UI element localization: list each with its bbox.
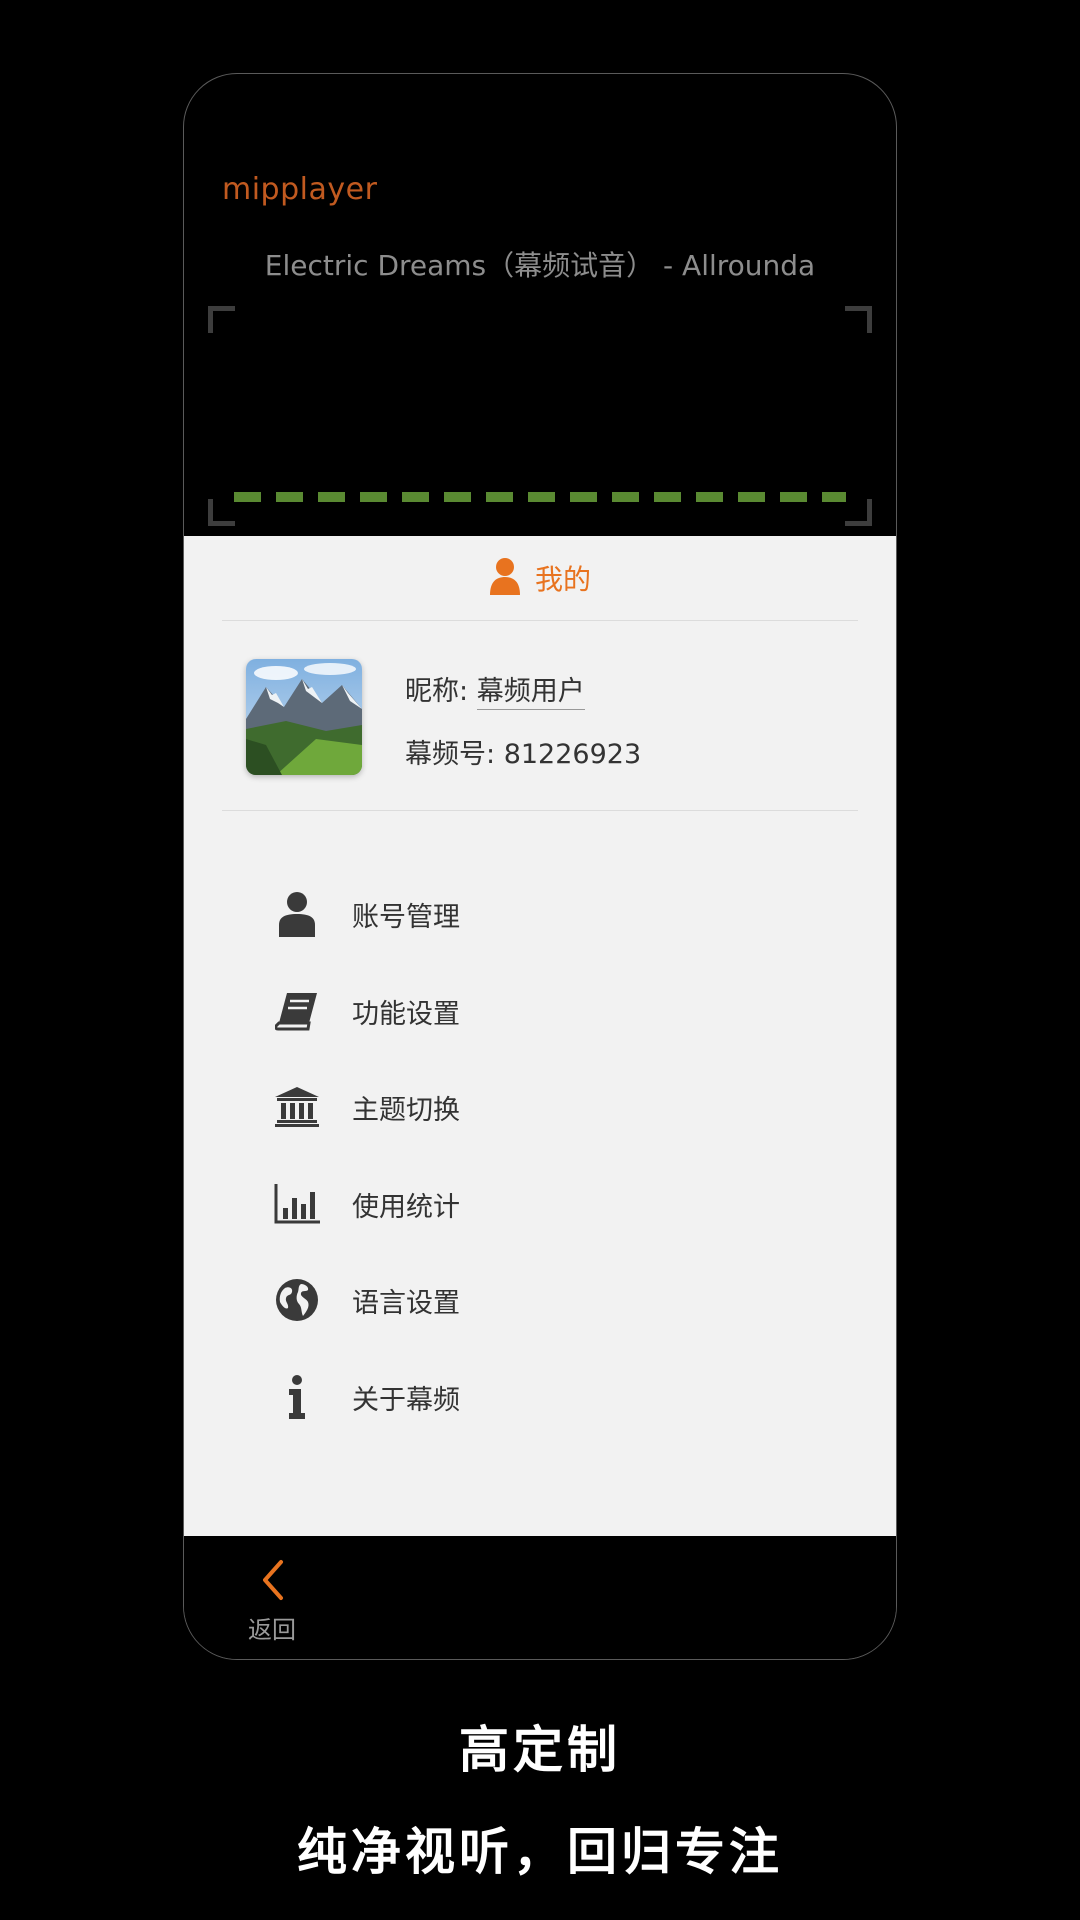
- bank-icon: [274, 1084, 320, 1130]
- menu-label: 功能设置: [352, 998, 460, 1030]
- divider: [222, 620, 858, 621]
- back-button[interactable]: 返回: [242, 1558, 302, 1645]
- menu-label: 使用统计: [352, 1191, 460, 1223]
- nickname-row: 昵称: 幕频用户: [405, 669, 585, 710]
- bar-chart-icon: [274, 1181, 320, 1227]
- id-value: 81226923: [503, 739, 642, 770]
- profile-panel: 我的 昵称: 幕频用户 幕频号: 81226923 账号管理 功能设置 主题切换…: [184, 536, 896, 1536]
- visualizer: [208, 306, 872, 526]
- nickname-label: 昵称:: [405, 676, 469, 707]
- bottom-bar: 返回: [184, 1536, 896, 1659]
- menu-label: 语言设置: [352, 1287, 460, 1319]
- menu-item-language[interactable]: 语言设置: [274, 1270, 774, 1330]
- info-icon: [274, 1374, 320, 1420]
- corner-bracket: [845, 306, 872, 333]
- phone-frame: mipplayer Electric Dreams（幕频试音） - Allrou…: [183, 73, 897, 1660]
- caption-headline: 高定制: [459, 1721, 621, 1779]
- song-title: Electric Dreams（幕频试音） - Allrounda: [264, 249, 816, 282]
- menu-label: 主题切换: [352, 1094, 460, 1126]
- nickname-value[interactable]: 幕频用户: [476, 676, 585, 710]
- menu-item-about[interactable]: 关于幕频: [274, 1367, 774, 1427]
- book-icon: [274, 988, 320, 1034]
- user-icon: [274, 891, 320, 937]
- back-label: 返回: [248, 1616, 296, 1644]
- menu-item-theme[interactable]: 主题切换: [274, 1077, 774, 1137]
- id-row: 幕频号: 81226923: [405, 732, 641, 771]
- menu-label: 关于幕频: [352, 1384, 460, 1416]
- menu-item-features[interactable]: 功能设置: [274, 981, 774, 1041]
- menu-label: 账号管理: [352, 901, 460, 933]
- avatar[interactable]: [246, 659, 362, 775]
- id-label: 幕频号:: [405, 739, 496, 770]
- app-name: mipplayer: [222, 172, 378, 207]
- spectrum-bar: [234, 492, 846, 502]
- corner-bracket: [208, 306, 235, 333]
- chevron-left-icon: [257, 1560, 287, 1606]
- corner-bracket: [208, 499, 235, 526]
- divider: [222, 810, 858, 811]
- panel-header: 我的: [184, 536, 896, 620]
- caption-subline: 纯净视听，回归专注: [297, 1823, 783, 1881]
- panel-title: 我的: [534, 563, 591, 596]
- person-icon: [489, 557, 521, 599]
- globe-icon: [274, 1277, 320, 1323]
- menu-item-account[interactable]: 账号管理: [274, 884, 774, 944]
- menu-item-stats[interactable]: 使用统计: [274, 1174, 774, 1234]
- corner-bracket: [845, 499, 872, 526]
